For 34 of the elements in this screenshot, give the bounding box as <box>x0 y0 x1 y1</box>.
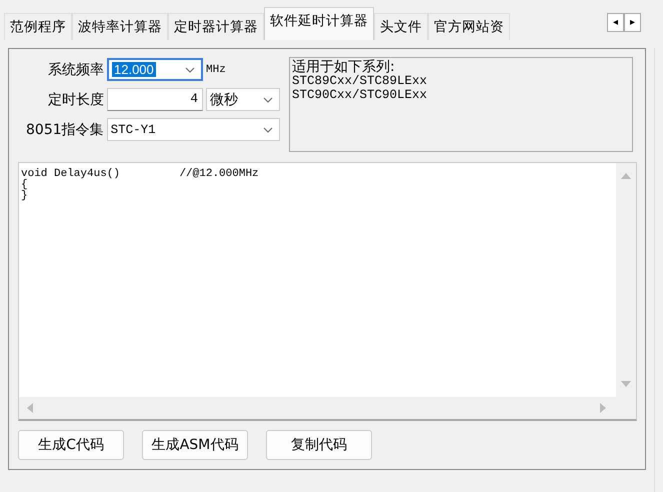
scroll-up-icon <box>621 173 631 179</box>
info-title: 适用于如下系列: <box>292 60 396 74</box>
chevron-down-icon <box>263 96 273 102</box>
tab[interactable]: 定时器计算器 <box>168 13 264 40</box>
series-text: STC89Cxx/STC89LExx <box>292 74 428 88</box>
series-text: STC90Cxx/STC90LExx <box>292 88 428 102</box>
frequency-combobox[interactable]: 12.000 <box>107 58 203 81</box>
instruction-set-label: 8051指令集 <box>25 120 104 138</box>
duration-input[interactable]: 4 <box>107 88 203 111</box>
scroll-down-icon <box>621 381 631 387</box>
chevron-down-icon <box>185 66 195 72</box>
code-line: } <box>21 191 29 202</box>
frequency-label: 系统频率 <box>47 60 104 78</box>
vertical-scrollbar[interactable] <box>616 163 636 397</box>
tab[interactable]: 范例程序 <box>4 13 72 40</box>
scroll-right-icon <box>600 403 606 413</box>
duration-label: 定时长度 <box>47 90 104 108</box>
chevron-down-icon <box>263 126 273 132</box>
unit-label: MHz <box>206 64 226 76</box>
action-button[interactable]: 生成C代码 <box>18 430 124 460</box>
instruction-set-combobox[interactable]: STC-Y1 <box>106 118 280 141</box>
code-editor[interactable]: void Delay4us() //@12.000MHz { } <box>18 162 637 421</box>
tab[interactable]: 官方网站资 <box>428 13 510 40</box>
action-button[interactable]: 复制代码 <box>266 430 372 460</box>
tab[interactable]: 软件延时计算器 <box>264 7 374 40</box>
scroll-left-button[interactable]: ◂ <box>607 13 624 32</box>
scroll-left-icon <box>27 403 33 413</box>
action-button[interactable]: 生成ASM代码 <box>142 430 248 460</box>
scroll-right-button[interactable]: ▸ <box>624 13 641 32</box>
code-line: void Delay4us() //@12.000MHz <box>21 169 260 180</box>
unit-combobox[interactable]: 微秒 <box>206 88 280 111</box>
code-line: { <box>21 180 29 191</box>
tab[interactable]: 波特率计算器 <box>72 13 168 40</box>
tab[interactable]: 头文件 <box>374 13 428 40</box>
